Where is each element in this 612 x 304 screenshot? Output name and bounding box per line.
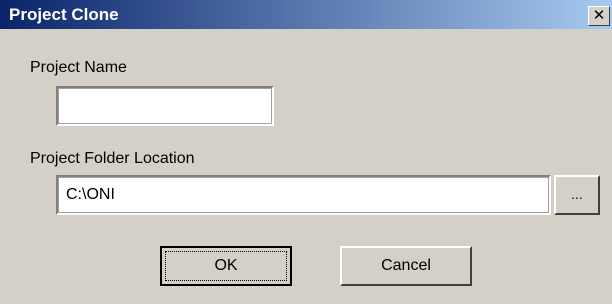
project-folder-location-value: C:\ONI	[66, 186, 115, 203]
window-title: Project Clone	[9, 5, 119, 24]
project-name-label: Project Name	[30, 59, 127, 76]
ok-button[interactable]: OK	[160, 246, 292, 286]
close-icon: ✕	[592, 6, 606, 24]
project-folder-location-input[interactable]: C:\ONI	[56, 175, 551, 215]
project-clone-dialog: Project Clone ✕ Project Name Project Fol…	[0, 0, 612, 304]
ok-button-label: OK	[214, 257, 238, 274]
browse-button[interactable]: ...	[554, 175, 600, 215]
cancel-button[interactable]: Cancel	[340, 246, 472, 286]
project-folder-location-label: Project Folder Location	[30, 150, 195, 167]
project-name-input[interactable]	[56, 86, 274, 126]
title-bar[interactable]: Project Clone ✕	[0, 0, 612, 29]
close-button[interactable]: ✕	[588, 6, 610, 26]
